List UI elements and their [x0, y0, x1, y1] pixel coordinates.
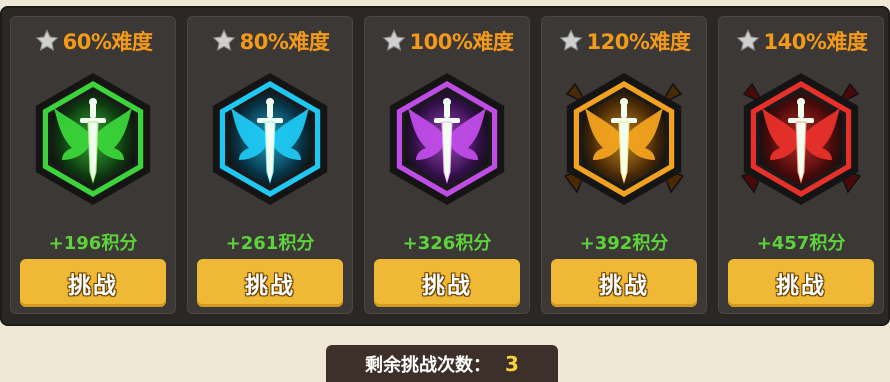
- difficulty-card-60: 60%难度 +196积分 挑战: [10, 16, 176, 314]
- difficulty-card-100: 100%难度 +326积分 挑战: [364, 16, 530, 314]
- sword-wings-icon: [557, 64, 691, 214]
- difficulty-header: 140%难度: [718, 26, 884, 56]
- points-reward: +392积分: [579, 233, 669, 254]
- points-reward: +457积分: [756, 233, 846, 254]
- difficulty-label: 60%难度: [62, 30, 153, 54]
- difficulty-header: 60%难度: [10, 26, 176, 56]
- remaining-label: 剩余挑战次数：: [365, 354, 492, 376]
- challenge-button-label: 挑战: [245, 273, 295, 299]
- challenge-button-label: 挑战: [599, 273, 649, 299]
- challenge-button[interactable]: 挑战: [551, 259, 697, 307]
- star-icon: [382, 29, 406, 52]
- star-icon: [559, 29, 583, 52]
- difficulty-header: 80%难度: [187, 26, 353, 56]
- points-reward: +261积分: [225, 233, 315, 254]
- difficulty-card-80: 80%难度 +261积分 挑战: [187, 16, 353, 314]
- difficulty-panel: 60%难度 +196积分 挑战 80%难度 +261积分 挑战 100%难度 +…: [0, 6, 890, 326]
- challenge-button-label: 挑战: [68, 273, 118, 299]
- difficulty-label: 80%难度: [239, 30, 330, 54]
- difficulty-label: 140%难度: [763, 30, 868, 54]
- challenge-button[interactable]: 挑战: [20, 259, 166, 307]
- challenge-button[interactable]: 挑战: [197, 259, 343, 307]
- points-reward: +326积分: [402, 233, 492, 254]
- difficulty-label: 100%难度: [409, 30, 514, 54]
- difficulty-card-120: 120%难度 +392积分 挑战: [541, 16, 707, 314]
- sword-wings-icon: [203, 64, 337, 214]
- difficulty-header: 100%难度: [364, 26, 530, 56]
- sword-wings-icon: [734, 64, 868, 214]
- difficulty-header: 120%难度: [541, 26, 707, 56]
- points-reward: +196积分: [48, 233, 138, 254]
- challenge-button-label: 挑战: [422, 273, 472, 299]
- sword-wings-icon: [26, 64, 160, 214]
- star-icon: [35, 29, 59, 52]
- difficulty-card-140: 140%难度 +457积分 挑战: [718, 16, 884, 314]
- sword-wings-icon: [380, 64, 514, 214]
- remaining-count: 3: [505, 351, 519, 376]
- remaining-attempts: 剩余挑战次数： 3: [326, 345, 558, 382]
- challenge-button[interactable]: 挑战: [728, 259, 874, 307]
- difficulty-label: 120%难度: [586, 30, 691, 54]
- star-icon: [212, 29, 236, 52]
- star-icon: [736, 29, 760, 52]
- challenge-button-label: 挑战: [776, 273, 826, 299]
- challenge-button[interactable]: 挑战: [374, 259, 520, 307]
